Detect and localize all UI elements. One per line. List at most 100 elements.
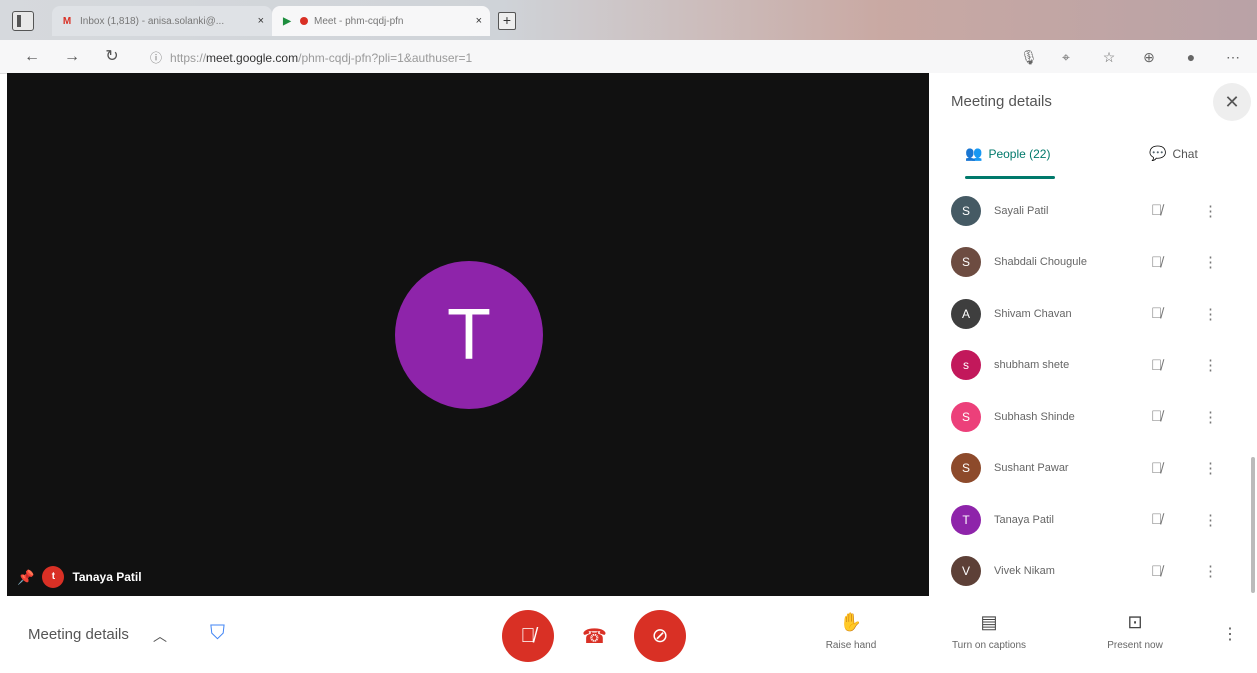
scrollbar[interactable]: [1251, 457, 1255, 593]
shield-icon[interactable]: ⛉: [210, 622, 225, 645]
back-icon[interactable]: ←: [22, 47, 42, 67]
tile-name: Tanaya Patil: [72, 570, 142, 584]
tab-close-icon[interactable]: ×: [258, 15, 264, 27]
more-options-icon[interactable]: ⋮: [1203, 202, 1218, 220]
mic-off-icon[interactable]: 🎙̸: [1151, 254, 1162, 271]
tab-people-label: People (22): [988, 146, 1051, 161]
meeting-details-button[interactable]: Meeting details: [28, 626, 129, 643]
camera-toggle-button[interactable]: ⊘: [634, 610, 686, 662]
close-icon: ✕: [1224, 92, 1240, 112]
more-menu-icon[interactable]: ⋯: [1224, 48, 1242, 66]
mic-toggle-button[interactable]: 🎙̸: [502, 610, 554, 662]
raise-hand-button[interactable]: ✋ Raise hand: [796, 612, 906, 651]
mic-off-icon[interactable]: 🎙̸: [1151, 511, 1162, 528]
mic-off-icon[interactable]: 🎙̸: [1151, 305, 1162, 322]
panel-title: Meeting details: [951, 93, 1052, 110]
video-stage: T 📌 t Tanaya Patil: [7, 73, 929, 596]
forward-icon[interactable]: →: [62, 47, 82, 67]
captions-icon: ▤: [980, 612, 998, 632]
tab-actions-icon[interactable]: [12, 11, 34, 31]
present-now-button[interactable]: ⊡ Present now: [1080, 612, 1190, 651]
more-options-icon[interactable]: ⋮: [1203, 253, 1218, 271]
list-item[interactable]: T Tanaya Patil 🎙̸ ⋮: [929, 494, 1257, 546]
url-field[interactable]: ⓘ https://meet.google.com/phm-cqdj-pfn?pl…: [150, 49, 472, 66]
close-panel-button[interactable]: ✕: [1213, 83, 1251, 121]
tab-title: Inbox (1,818) - anisa.solanki@...: [80, 15, 225, 27]
action-label: Present now: [1107, 640, 1163, 651]
hang-up-icon[interactable]: ☎: [582, 624, 607, 649]
mic-off-icon[interactable]: 🎙̸: [1151, 563, 1162, 580]
list-item[interactable]: S Sayali Patil 🎙̸ ⋮: [929, 185, 1257, 237]
meeting-details-panel: Meeting details ✕ 👥 People (22) 💬 Chat S…: [929, 73, 1257, 596]
avatar: S: [951, 195, 981, 226]
tile-avatar: t: [42, 566, 65, 588]
list-item[interactable]: A Shivam Chavan 🎙̸ ⋮: [929, 288, 1257, 340]
mic-indicator-icon[interactable]: 🎙: [1020, 48, 1038, 66]
site-info-icon[interactable]: ⓘ: [150, 51, 162, 65]
avatar: V: [951, 556, 981, 587]
tab-inbox[interactable]: M Inbox (1,818) - anisa.solanki@... ×: [52, 6, 272, 36]
address-bar: ← → ↻ ⓘ https://meet.google.com/phm-cqdj-…: [0, 40, 1257, 74]
avatar: T: [951, 504, 981, 535]
avatar: S: [951, 401, 981, 432]
people-icon: 👥: [965, 145, 983, 161]
chevron-up-icon[interactable]: ︿: [153, 626, 167, 646]
more-options-icon[interactable]: ⋮: [1203, 356, 1218, 374]
participant-name: Shabdali Chougule: [994, 256, 1087, 269]
active-tab-indicator: [965, 176, 1055, 179]
present-icon: ⊡: [1127, 612, 1143, 632]
favorite-star-icon[interactable]: ☆: [1100, 48, 1118, 66]
list-item[interactable]: s shubham shete 🎙̸ ⋮: [929, 340, 1257, 392]
new-tab-button[interactable]: +: [498, 12, 516, 30]
more-options-icon[interactable]: ⋮: [1203, 305, 1218, 323]
tab-chat[interactable]: 💬 Chat: [1149, 145, 1198, 162]
participant-name: Subhash Shinde: [994, 410, 1075, 423]
list-item[interactable]: S Subhash Shinde 🎙̸ ⋮: [929, 391, 1257, 443]
more-options-icon[interactable]: ⋮: [1203, 511, 1218, 529]
list-item[interactable]: V Vivek Nikam 🎙̸ ⋮: [929, 546, 1257, 598]
participant-avatar: T: [395, 261, 543, 409]
mic-off-icon[interactable]: 🎙̸: [1151, 460, 1162, 477]
participant-name: Vivek Nikam: [994, 565, 1055, 578]
camera-off-icon: ⊘: [651, 625, 669, 647]
action-label: Raise hand: [825, 640, 877, 651]
participant-name: Sayali Patil: [994, 204, 1049, 217]
tile-label: 📌 t Tanaya Patil: [17, 566, 142, 588]
gmail-icon: M: [62, 15, 72, 27]
url-path: /phm-cqdj-pfn?pli=1&authuser=1: [298, 51, 473, 65]
captions-button[interactable]: ▤ Turn on captions: [934, 612, 1044, 651]
more-options-icon[interactable]: ⋮: [1203, 562, 1218, 580]
tab-title: Meet - phm-cqdj-pfn: [314, 15, 404, 27]
url-domain: meet.google.com: [206, 51, 299, 65]
more-options-icon[interactable]: ⋮: [1222, 624, 1238, 644]
pin-icon[interactable]: 📌: [17, 569, 34, 586]
tab-close-icon[interactable]: ×: [476, 15, 482, 27]
list-item[interactable]: S Shabdali Chougule 🎙̸ ⋮: [929, 237, 1257, 289]
tab-meet[interactable]: ▶ Meet - phm-cqdj-pfn ×: [272, 6, 490, 36]
tab-chat-label: Chat: [1172, 146, 1198, 161]
hand-icon: ✋: [839, 612, 863, 632]
participant-list: S Sayali Patil 🎙̸ ⋮ S Shabdali Chougule …: [929, 185, 1257, 597]
profile-icon[interactable]: ●: [1182, 48, 1200, 66]
tab-people[interactable]: 👥 People (22): [965, 145, 1050, 162]
avatar: A: [951, 298, 981, 329]
mic-off-icon[interactable]: 🎙̸: [1151, 408, 1162, 425]
list-item[interactable]: S Sushant Pawar 🎙̸ ⋮: [929, 443, 1257, 495]
participant-name: Sushant Pawar: [994, 462, 1069, 475]
more-options-icon[interactable]: ⋮: [1203, 408, 1218, 426]
mic-off-icon[interactable]: 🎙̸: [1151, 357, 1162, 374]
collections-icon[interactable]: ⊕: [1140, 48, 1158, 66]
mic-off-icon[interactable]: 🎙̸: [1151, 202, 1162, 219]
participant-name: Tanaya Patil: [994, 513, 1054, 526]
more-options-icon[interactable]: ⋮: [1203, 459, 1218, 477]
avatar: S: [951, 453, 981, 484]
avatar: S: [951, 247, 981, 278]
avatar: s: [951, 350, 981, 381]
chat-icon: 💬: [1149, 145, 1167, 161]
recording-icon: [300, 17, 308, 25]
mic-off-icon: 🎙̸: [520, 625, 536, 647]
participant-name: shubham shete: [994, 359, 1070, 372]
reload-icon[interactable]: ↻: [102, 47, 122, 67]
camera-indicator-icon[interactable]: ⌖: [1057, 48, 1075, 66]
browser-tab-strip: M Inbox (1,818) - anisa.solanki@... × ▶ …: [0, 0, 1257, 40]
